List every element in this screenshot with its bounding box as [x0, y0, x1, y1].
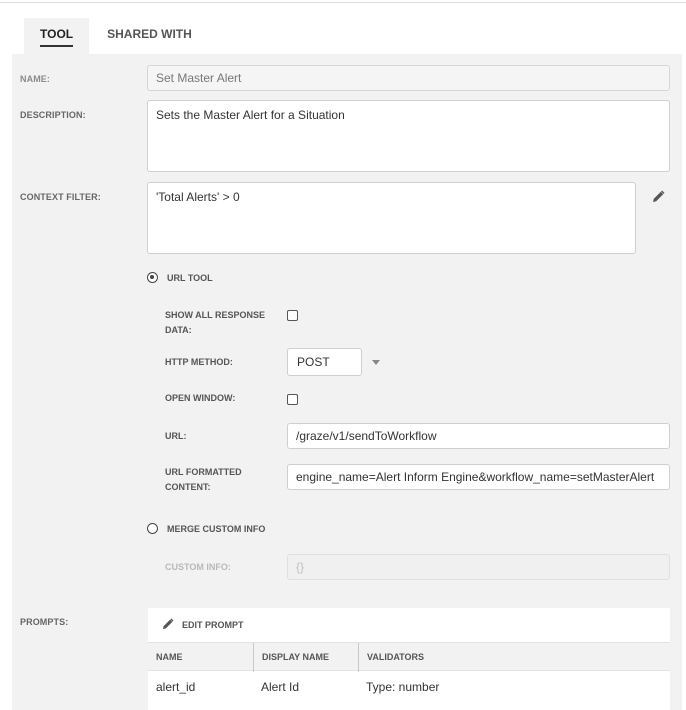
- edit-prompt-button[interactable]: EDIT PROMPT: [162, 618, 244, 632]
- chevron-down-icon[interactable]: [372, 360, 380, 365]
- url-formatted-content-label: URL FORMATTED CONTENT:: [165, 467, 242, 492]
- custom-info-label: CUSTOM INFO:: [165, 562, 231, 572]
- tool-form-panel: NAME: Set Master Alert DESCRIPTION: Sets…: [12, 54, 682, 710]
- tab-tool[interactable]: TOOL: [24, 18, 90, 54]
- tab-shared-with[interactable]: SHARED WITH: [89, 18, 208, 54]
- merge-custom-info-label: MERGE CUSTOM INFO: [167, 524, 266, 534]
- show-all-response-checkbox[interactable]: [287, 310, 298, 321]
- edit-context-filter-pencil-icon[interactable]: [652, 190, 665, 208]
- name-label: NAME:: [20, 74, 50, 84]
- context-filter-field[interactable]: 'Total Alerts' > 0: [147, 182, 636, 254]
- http-method-label: HTTP METHOD:: [165, 357, 233, 367]
- context-filter-label: CONTEXT FILTER:: [20, 192, 101, 202]
- url-tool-label: URL TOOL: [167, 273, 213, 283]
- tab-bar: TOOL SHARED WITH: [24, 18, 208, 54]
- custom-info-field: {}: [287, 554, 670, 580]
- merge-custom-info-radio[interactable]: [147, 523, 158, 534]
- edit-prompt-label: EDIT PROMPT: [182, 620, 244, 630]
- url-field[interactable]: /graze/v1/sendToWorkflow: [287, 423, 670, 449]
- description-label: DESCRIPTION:: [20, 110, 86, 120]
- open-window-label: OPEN WINDOW:: [165, 393, 236, 403]
- cell-name: alert_id: [156, 680, 196, 694]
- column-header-validators[interactable]: VALIDATORS: [358, 643, 670, 672]
- pencil-icon: [162, 618, 174, 632]
- description-field[interactable]: Sets the Master Alert for a Situation: [147, 100, 670, 172]
- prompts-grid: EDIT PROMPT NAME DISPLAY NAME VALIDATORS…: [148, 608, 670, 710]
- show-all-response-label: SHOW ALL RESPONSE DATA:: [165, 310, 266, 335]
- prompts-header-row: NAME DISPLAY NAME VALIDATORS: [148, 642, 670, 672]
- http-method-select[interactable]: POST: [287, 348, 362, 376]
- top-divider: [0, 2, 686, 3]
- prompts-toolbar: EDIT PROMPT: [148, 608, 670, 642]
- url-label: URL:: [165, 431, 187, 441]
- column-header-name[interactable]: NAME: [148, 643, 253, 672]
- column-header-display-name[interactable]: DISPLAY NAME: [253, 643, 358, 672]
- cell-display-name: Alert Id: [261, 680, 300, 694]
- name-field[interactable]: Set Master Alert: [147, 65, 670, 91]
- url-formatted-content-field[interactable]: engine_name=Alert Inform Engine&workflow…: [287, 464, 670, 490]
- url-tool-radio[interactable]: [147, 272, 158, 283]
- open-window-checkbox[interactable]: [287, 394, 298, 405]
- cell-validators: Type: number: [366, 680, 440, 694]
- prompts-label: PROMPTS:: [20, 617, 69, 627]
